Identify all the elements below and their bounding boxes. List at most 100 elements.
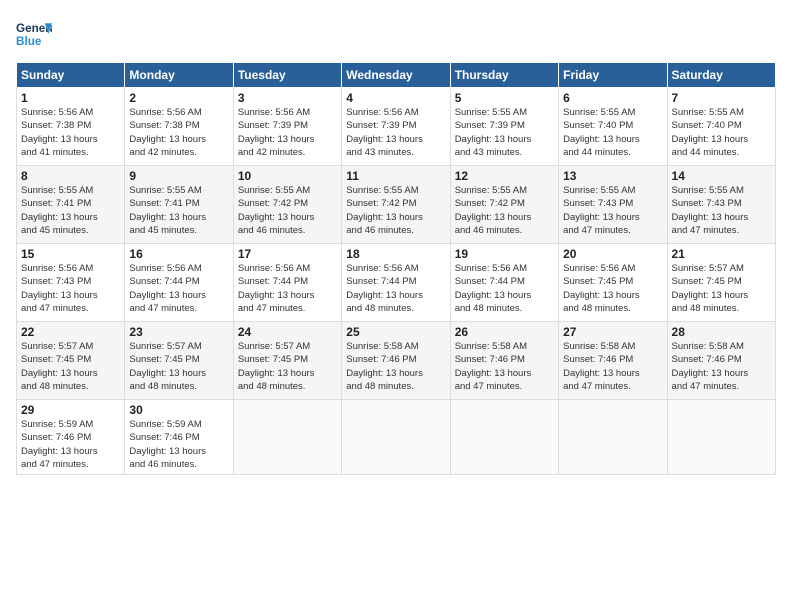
calendar-cell: 3Sunrise: 5:56 AMSunset: 7:39 PMDaylight… [233,88,341,166]
calendar-header: General Blue [16,16,776,52]
day-info: Sunrise: 5:55 AMSunset: 7:39 PMDaylight:… [455,106,554,159]
day-info: Sunrise: 5:55 AMSunset: 7:41 PMDaylight:… [21,184,120,237]
calendar-cell: 5Sunrise: 5:55 AMSunset: 7:39 PMDaylight… [450,88,558,166]
calendar-cell: 11Sunrise: 5:55 AMSunset: 7:42 PMDayligh… [342,166,450,244]
calendar-cell: 17Sunrise: 5:56 AMSunset: 7:44 PMDayligh… [233,244,341,322]
day-number: 14 [672,169,771,183]
day-number: 29 [21,403,120,417]
calendar-cell: 6Sunrise: 5:55 AMSunset: 7:40 PMDaylight… [559,88,667,166]
day-number: 5 [455,91,554,105]
day-number: 15 [21,247,120,261]
calendar-cell [233,400,341,475]
day-number: 25 [346,325,445,339]
day-number: 30 [129,403,228,417]
calendar-cell: 23Sunrise: 5:57 AMSunset: 7:45 PMDayligh… [125,322,233,400]
day-number: 21 [672,247,771,261]
day-number: 24 [238,325,337,339]
calendar-cell: 8Sunrise: 5:55 AMSunset: 7:41 PMDaylight… [17,166,125,244]
day-info: Sunrise: 5:55 AMSunset: 7:40 PMDaylight:… [563,106,662,159]
day-info: Sunrise: 5:59 AMSunset: 7:46 PMDaylight:… [129,418,228,471]
calendar-cell: 28Sunrise: 5:58 AMSunset: 7:46 PMDayligh… [667,322,775,400]
day-info: Sunrise: 5:56 AMSunset: 7:39 PMDaylight:… [238,106,337,159]
calendar-cell: 14Sunrise: 5:55 AMSunset: 7:43 PMDayligh… [667,166,775,244]
weekday-header: Saturday [667,63,775,88]
day-number: 12 [455,169,554,183]
calendar-cell: 15Sunrise: 5:56 AMSunset: 7:43 PMDayligh… [17,244,125,322]
day-info: Sunrise: 5:55 AMSunset: 7:43 PMDaylight:… [563,184,662,237]
calendar-cell: 22Sunrise: 5:57 AMSunset: 7:45 PMDayligh… [17,322,125,400]
day-number: 6 [563,91,662,105]
day-number: 16 [129,247,228,261]
calendar-cell: 30Sunrise: 5:59 AMSunset: 7:46 PMDayligh… [125,400,233,475]
day-info: Sunrise: 5:58 AMSunset: 7:46 PMDaylight:… [455,340,554,393]
day-info: Sunrise: 5:56 AMSunset: 7:38 PMDaylight:… [129,106,228,159]
weekday-header: Tuesday [233,63,341,88]
day-info: Sunrise: 5:55 AMSunset: 7:40 PMDaylight:… [672,106,771,159]
weekday-header: Wednesday [342,63,450,88]
day-number: 2 [129,91,228,105]
calendar-cell: 18Sunrise: 5:56 AMSunset: 7:44 PMDayligh… [342,244,450,322]
calendar-cell: 19Sunrise: 5:56 AMSunset: 7:44 PMDayligh… [450,244,558,322]
day-info: Sunrise: 5:57 AMSunset: 7:45 PMDaylight:… [21,340,120,393]
day-number: 7 [672,91,771,105]
calendar-cell: 10Sunrise: 5:55 AMSunset: 7:42 PMDayligh… [233,166,341,244]
day-info: Sunrise: 5:55 AMSunset: 7:42 PMDaylight:… [238,184,337,237]
calendar-table: SundayMondayTuesdayWednesdayThursdayFrid… [16,62,776,475]
day-number: 17 [238,247,337,261]
day-info: Sunrise: 5:58 AMSunset: 7:46 PMDaylight:… [346,340,445,393]
day-number: 9 [129,169,228,183]
weekday-header: Sunday [17,63,125,88]
day-info: Sunrise: 5:55 AMSunset: 7:41 PMDaylight:… [129,184,228,237]
day-info: Sunrise: 5:55 AMSunset: 7:43 PMDaylight:… [672,184,771,237]
day-info: Sunrise: 5:57 AMSunset: 7:45 PMDaylight:… [129,340,228,393]
weekday-header: Friday [559,63,667,88]
day-number: 22 [21,325,120,339]
day-number: 27 [563,325,662,339]
day-number: 23 [129,325,228,339]
calendar-cell: 7Sunrise: 5:55 AMSunset: 7:40 PMDaylight… [667,88,775,166]
calendar-cell [450,400,558,475]
calendar-cell [667,400,775,475]
day-number: 13 [563,169,662,183]
day-info: Sunrise: 5:56 AMSunset: 7:43 PMDaylight:… [21,262,120,315]
day-info: Sunrise: 5:58 AMSunset: 7:46 PMDaylight:… [672,340,771,393]
calendar-cell [559,400,667,475]
day-number: 1 [21,91,120,105]
weekday-header-row: SundayMondayTuesdayWednesdayThursdayFrid… [17,63,776,88]
svg-text:Blue: Blue [16,35,42,48]
weekday-header: Monday [125,63,233,88]
day-number: 3 [238,91,337,105]
day-info: Sunrise: 5:56 AMSunset: 7:44 PMDaylight:… [455,262,554,315]
day-number: 4 [346,91,445,105]
day-number: 18 [346,247,445,261]
logo-icon: General Blue [16,16,52,52]
day-number: 20 [563,247,662,261]
day-info: Sunrise: 5:57 AMSunset: 7:45 PMDaylight:… [238,340,337,393]
day-info: Sunrise: 5:56 AMSunset: 7:44 PMDaylight:… [346,262,445,315]
day-info: Sunrise: 5:56 AMSunset: 7:39 PMDaylight:… [346,106,445,159]
day-info: Sunrise: 5:55 AMSunset: 7:42 PMDaylight:… [346,184,445,237]
calendar-cell: 29Sunrise: 5:59 AMSunset: 7:46 PMDayligh… [17,400,125,475]
calendar-cell: 25Sunrise: 5:58 AMSunset: 7:46 PMDayligh… [342,322,450,400]
calendar-cell: 13Sunrise: 5:55 AMSunset: 7:43 PMDayligh… [559,166,667,244]
day-number: 28 [672,325,771,339]
day-number: 10 [238,169,337,183]
weekday-header: Thursday [450,63,558,88]
calendar-cell: 26Sunrise: 5:58 AMSunset: 7:46 PMDayligh… [450,322,558,400]
day-info: Sunrise: 5:56 AMSunset: 7:45 PMDaylight:… [563,262,662,315]
day-info: Sunrise: 5:56 AMSunset: 7:38 PMDaylight:… [21,106,120,159]
calendar-cell: 27Sunrise: 5:58 AMSunset: 7:46 PMDayligh… [559,322,667,400]
calendar-cell: 9Sunrise: 5:55 AMSunset: 7:41 PMDaylight… [125,166,233,244]
calendar-cell: 4Sunrise: 5:56 AMSunset: 7:39 PMDaylight… [342,88,450,166]
calendar-cell: 16Sunrise: 5:56 AMSunset: 7:44 PMDayligh… [125,244,233,322]
day-number: 8 [21,169,120,183]
day-number: 19 [455,247,554,261]
calendar-cell: 21Sunrise: 5:57 AMSunset: 7:45 PMDayligh… [667,244,775,322]
day-number: 26 [455,325,554,339]
calendar-cell: 2Sunrise: 5:56 AMSunset: 7:38 PMDaylight… [125,88,233,166]
day-info: Sunrise: 5:58 AMSunset: 7:46 PMDaylight:… [563,340,662,393]
logo: General Blue [16,16,52,52]
day-number: 11 [346,169,445,183]
day-info: Sunrise: 5:55 AMSunset: 7:42 PMDaylight:… [455,184,554,237]
calendar-cell: 20Sunrise: 5:56 AMSunset: 7:45 PMDayligh… [559,244,667,322]
